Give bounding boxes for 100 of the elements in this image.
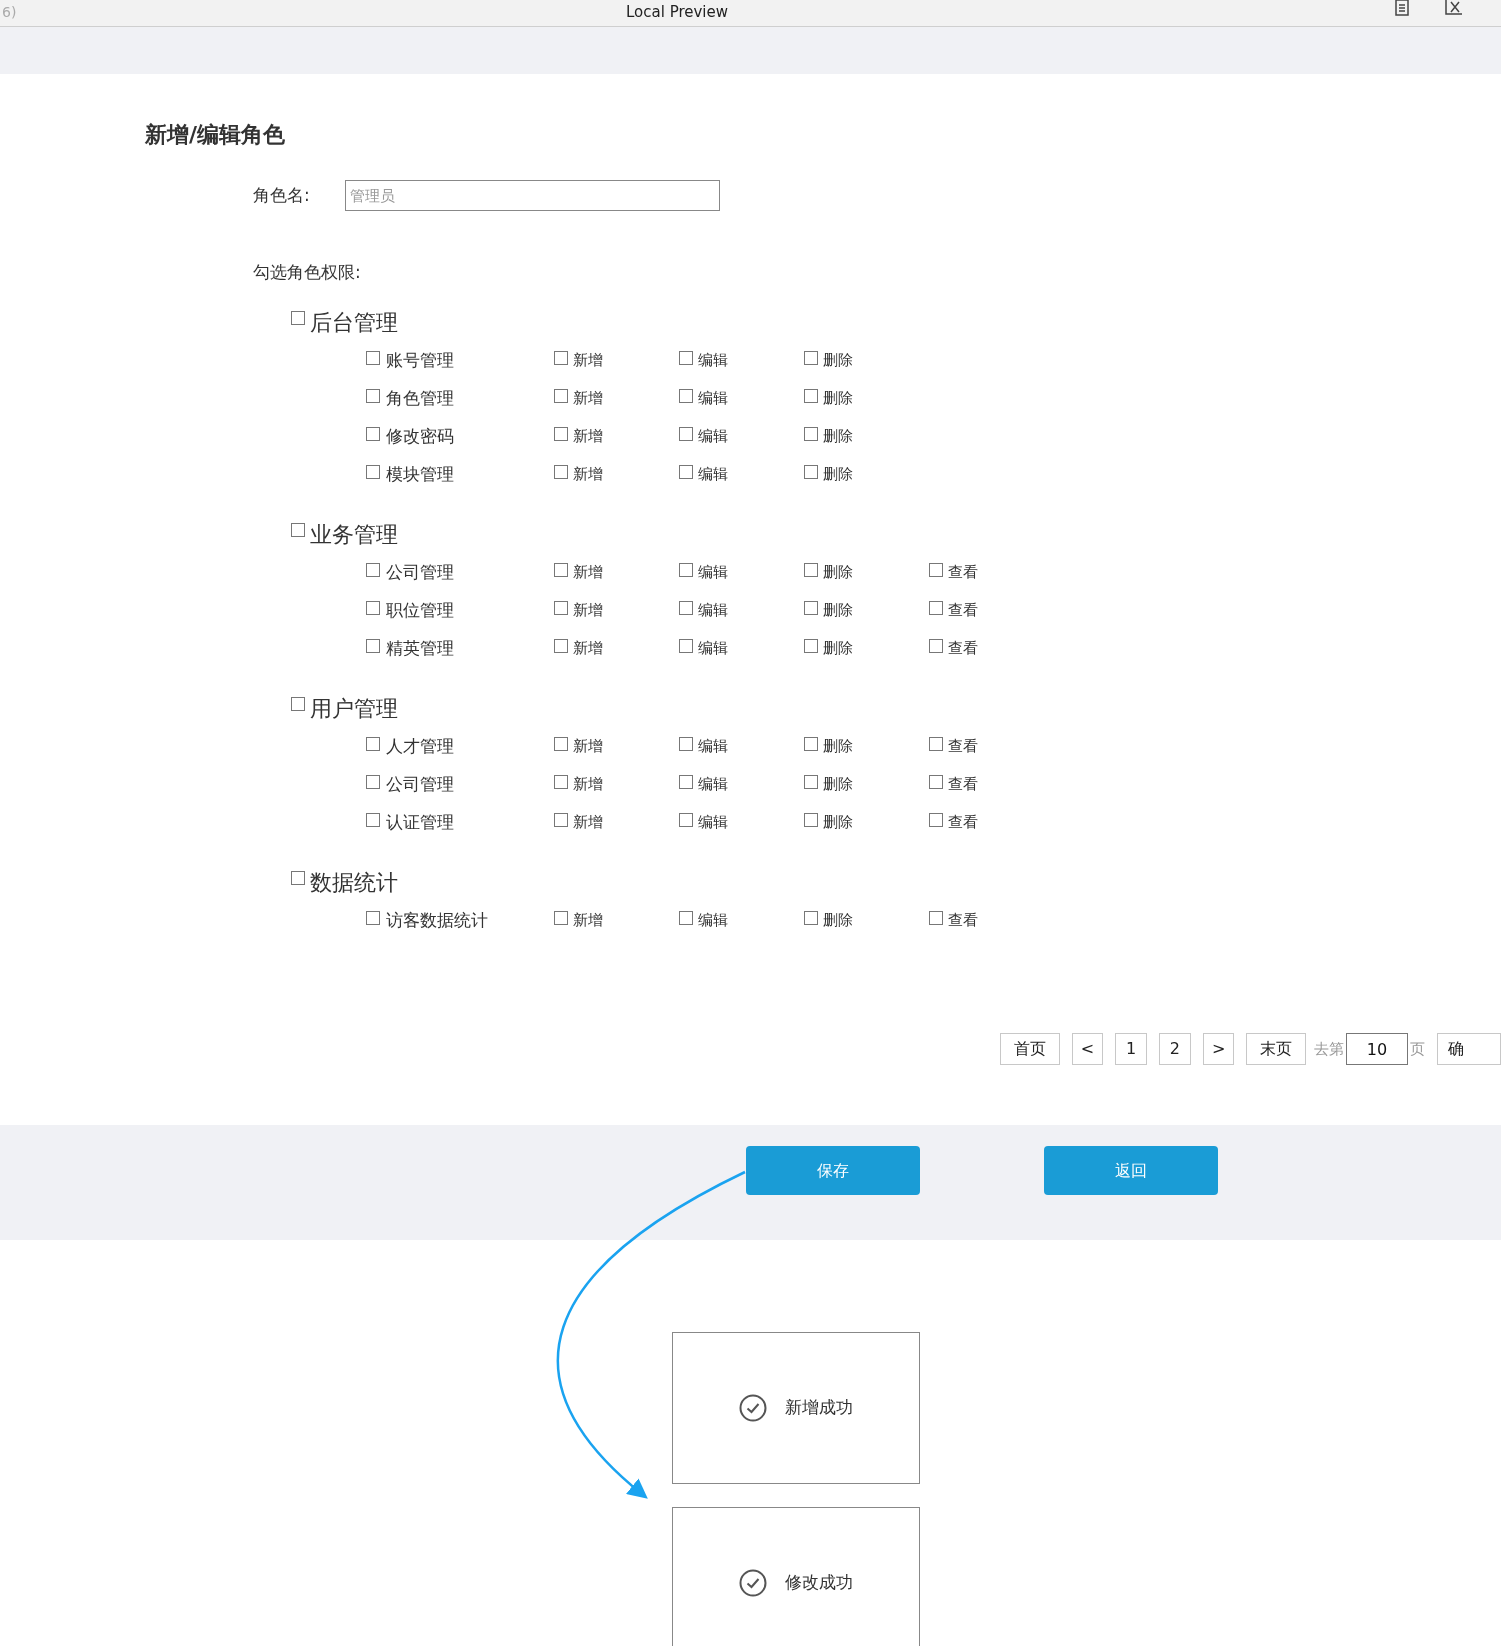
checkbox[interactable] — [366, 775, 380, 789]
permission-label: 职位管理 — [386, 599, 454, 621]
window-title: Local Preview — [626, 3, 729, 21]
permission-label: 新增 — [573, 464, 603, 485]
checkbox[interactable] — [804, 639, 818, 653]
checkbox[interactable] — [554, 389, 568, 403]
permission-label: 修改密码 — [386, 425, 454, 447]
checkbox[interactable] — [366, 601, 380, 615]
checkbox[interactable] — [679, 911, 693, 925]
checkbox[interactable] — [679, 775, 693, 789]
page-number-input[interactable]: 10 — [1346, 1033, 1409, 1065]
checkbox[interactable] — [679, 465, 693, 479]
checkbox[interactable] — [804, 601, 818, 615]
permission-label: 删除 — [823, 350, 853, 371]
checkbox[interactable] — [366, 427, 380, 441]
permission-label: 删除 — [823, 600, 853, 621]
checkbox[interactable] — [679, 389, 693, 403]
checkbox[interactable] — [291, 697, 305, 711]
checkbox[interactable] — [804, 813, 818, 827]
checkbox[interactable] — [366, 563, 380, 577]
checkbox[interactable] — [804, 465, 818, 479]
checkbox[interactable] — [804, 737, 818, 751]
checkbox[interactable] — [366, 737, 380, 751]
checkbox[interactable] — [554, 427, 568, 441]
permission-label: 编辑 — [698, 464, 728, 485]
checkbox[interactable] — [291, 523, 305, 537]
permission-label: 编辑 — [698, 638, 728, 659]
checkbox[interactable] — [679, 427, 693, 441]
checkbox[interactable] — [929, 775, 943, 789]
checkbox[interactable] — [554, 465, 568, 479]
next-page-button[interactable]: > — [1202, 1033, 1235, 1065]
checkbox[interactable] — [929, 639, 943, 653]
permission-label: 新增 — [573, 812, 603, 833]
role-name-input[interactable]: 管理员 — [345, 180, 720, 211]
success-message: 修改成功 — [785, 1571, 853, 1595]
permission-label: 访客数据统计 — [386, 909, 488, 931]
checkbox[interactable] — [804, 911, 818, 925]
permission-label: 新增 — [573, 388, 603, 409]
checkbox[interactable] — [554, 563, 568, 577]
checkbox[interactable] — [679, 563, 693, 577]
checkbox[interactable] — [291, 311, 305, 325]
checkbox[interactable] — [554, 737, 568, 751]
check-circle-icon — [739, 1394, 767, 1422]
checkbox[interactable] — [679, 813, 693, 827]
checkbox[interactable] — [929, 911, 943, 925]
goto-label: 页 — [1410, 1038, 1426, 1060]
permission-label: 查看 — [948, 562, 978, 583]
checkbox[interactable] — [554, 813, 568, 827]
checkbox[interactable] — [679, 601, 693, 615]
checkbox[interactable] — [554, 775, 568, 789]
checkbox[interactable] — [679, 737, 693, 751]
page-title: 新增/编辑角色 — [145, 121, 287, 149]
last-page-button[interactable]: 末页 — [1246, 1033, 1307, 1065]
prev-page-button[interactable]: < — [1071, 1033, 1104, 1065]
first-page-button[interactable]: 首页 — [1000, 1033, 1060, 1065]
permission-label: 新增 — [573, 638, 603, 659]
permission-label: 删除 — [823, 562, 853, 583]
permission-label: 删除 — [823, 426, 853, 447]
permission-label: 编辑 — [698, 388, 728, 409]
checkbox[interactable] — [679, 639, 693, 653]
permission-label: 删除 — [823, 464, 853, 485]
checkbox[interactable] — [929, 813, 943, 827]
permission-label: 公司管理 — [386, 773, 454, 795]
checkbox[interactable] — [804, 351, 818, 365]
checkbox[interactable] — [929, 563, 943, 577]
formula-icon[interactable] — [1444, 0, 1464, 16]
success-message: 新增成功 — [785, 1396, 853, 1420]
document-icon[interactable] — [1394, 0, 1410, 16]
page-button[interactable]: 2 — [1159, 1033, 1191, 1065]
page-button[interactable]: 1 — [1115, 1033, 1147, 1065]
confirm-button[interactable]: 确 — [1437, 1033, 1501, 1065]
checkbox[interactable] — [929, 737, 943, 751]
permission-label: 新增 — [573, 562, 603, 583]
group-label: 业务管理 — [310, 521, 398, 549]
checkbox[interactable] — [679, 351, 693, 365]
permission-label: 删除 — [823, 388, 853, 409]
permission-label: 编辑 — [698, 350, 728, 371]
permission-label: 编辑 — [698, 774, 728, 795]
checkbox[interactable] — [366, 911, 380, 925]
checkbox[interactable] — [366, 389, 380, 403]
checkbox[interactable] — [554, 351, 568, 365]
checkbox[interactable] — [366, 813, 380, 827]
checkbox[interactable] — [366, 465, 380, 479]
checkbox[interactable] — [291, 871, 305, 885]
permission-label: 编辑 — [698, 736, 728, 757]
group-label: 后台管理 — [310, 309, 398, 337]
permission-label: 新增 — [573, 350, 603, 371]
checkbox[interactable] — [366, 351, 380, 365]
permission-label: 模块管理 — [386, 463, 454, 485]
checkbox[interactable] — [804, 775, 818, 789]
checkbox[interactable] — [366, 639, 380, 653]
checkbox[interactable] — [804, 563, 818, 577]
permission-label: 编辑 — [698, 910, 728, 931]
checkbox[interactable] — [554, 639, 568, 653]
checkbox[interactable] — [804, 427, 818, 441]
checkbox[interactable] — [804, 389, 818, 403]
checkbox[interactable] — [929, 601, 943, 615]
checkbox[interactable] — [554, 601, 568, 615]
checkbox[interactable] — [554, 911, 568, 925]
field-label: 角色名: — [253, 183, 311, 207]
